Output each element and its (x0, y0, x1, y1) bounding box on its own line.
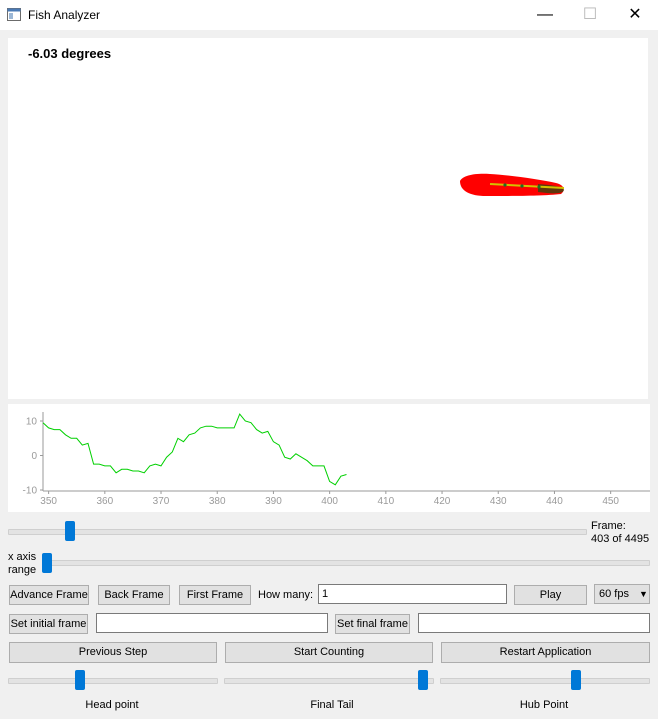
frame-slider-track[interactable] (8, 529, 587, 535)
back-frame-button[interactable]: Back Frame (98, 585, 170, 605)
fps-select[interactable]: 60 fps ▼ (594, 584, 650, 604)
head-point-marker (503, 183, 507, 187)
y-tick-label: 0 (31, 451, 37, 462)
angle-graph-svg: 10 0 -10 350 360 370 380 390 400 410 420 430 440 450 (23, 412, 650, 507)
maximize-button[interactable]: ☐ (567, 0, 613, 30)
fps-selected-value: 60 fps (599, 588, 629, 600)
frame-counter: Frame: 403 of 4495 (591, 520, 655, 546)
hub-point-marker (537, 185, 541, 189)
x-tick-label: 380 (209, 496, 226, 507)
set-initial-frame-button[interactable]: Set initial frame (9, 614, 88, 634)
final-tail-slider-handle[interactable] (418, 670, 429, 690)
final-frame-input[interactable] (418, 613, 650, 633)
final-tail-slider-track[interactable] (224, 678, 434, 684)
frame-slider-handle[interactable] (64, 521, 75, 541)
x-tick-label: 440 (546, 496, 563, 507)
restart-application-button[interactable]: Restart Application (441, 642, 650, 663)
close-button[interactable]: ✕ (612, 0, 658, 30)
y-tick-label: 10 (26, 417, 38, 428)
x-axis-range-track[interactable] (42, 560, 650, 566)
fish-overlay (460, 173, 565, 196)
app-icon (7, 8, 21, 21)
x-tick-label: 430 (490, 496, 507, 507)
window-title: Fish Analyzer (28, 8, 101, 22)
head-point-slider-track[interactable] (8, 678, 218, 684)
frame-label: Frame: (591, 520, 626, 532)
x-tick-label: 370 (153, 496, 170, 507)
chevron-down-icon: ▼ (639, 589, 648, 599)
how-many-label: How many: (258, 589, 314, 601)
x-tick-label: 390 (265, 496, 282, 507)
hub-point-slider-track[interactable] (440, 678, 650, 684)
initial-frame-input[interactable] (96, 613, 328, 633)
final-tail-label: Final Tail (310, 699, 354, 711)
x-tick-label: 360 (96, 496, 113, 507)
title-bar[interactable]: Fish Analyzer — ☐ ✕ (0, 0, 658, 30)
x-tick-label: 420 (434, 496, 451, 507)
angle-graph: 10 0 -10 350 360 370 380 390 400 410 420 430 440 450 (8, 404, 650, 512)
head-point-slider-handle[interactable] (75, 670, 86, 690)
advance-frame-button[interactable]: Advance Frame (9, 585, 89, 605)
minimize-button[interactable]: — (522, 0, 568, 30)
x-tick-label: 450 (602, 496, 619, 507)
x-tick-label: 350 (40, 496, 57, 507)
how-many-input[interactable]: 1 (318, 584, 507, 604)
x-axis-range-handle[interactable] (42, 553, 52, 573)
video-display: -6.03 degrees (8, 38, 648, 399)
frame-value: 403 of 4495 (591, 533, 650, 545)
head-point-label: Head point (85, 699, 139, 711)
y-tick-label: -10 (23, 486, 38, 497)
start-counting-button[interactable]: Start Counting (225, 642, 433, 663)
play-button[interactable]: Play (514, 585, 587, 605)
set-final-frame-button[interactable]: Set final frame (335, 614, 410, 634)
angle-series-line (42, 413, 347, 486)
x-tick-label: 410 (377, 496, 394, 507)
hub-point-slider-handle[interactable] (570, 670, 581, 690)
mid-point-marker (520, 184, 524, 188)
previous-step-button[interactable]: Previous Step (9, 642, 217, 663)
x-tick-label: 400 (321, 496, 338, 507)
hub-point-label: Hub Point (519, 699, 569, 711)
first-frame-button[interactable]: First Frame (179, 585, 251, 605)
